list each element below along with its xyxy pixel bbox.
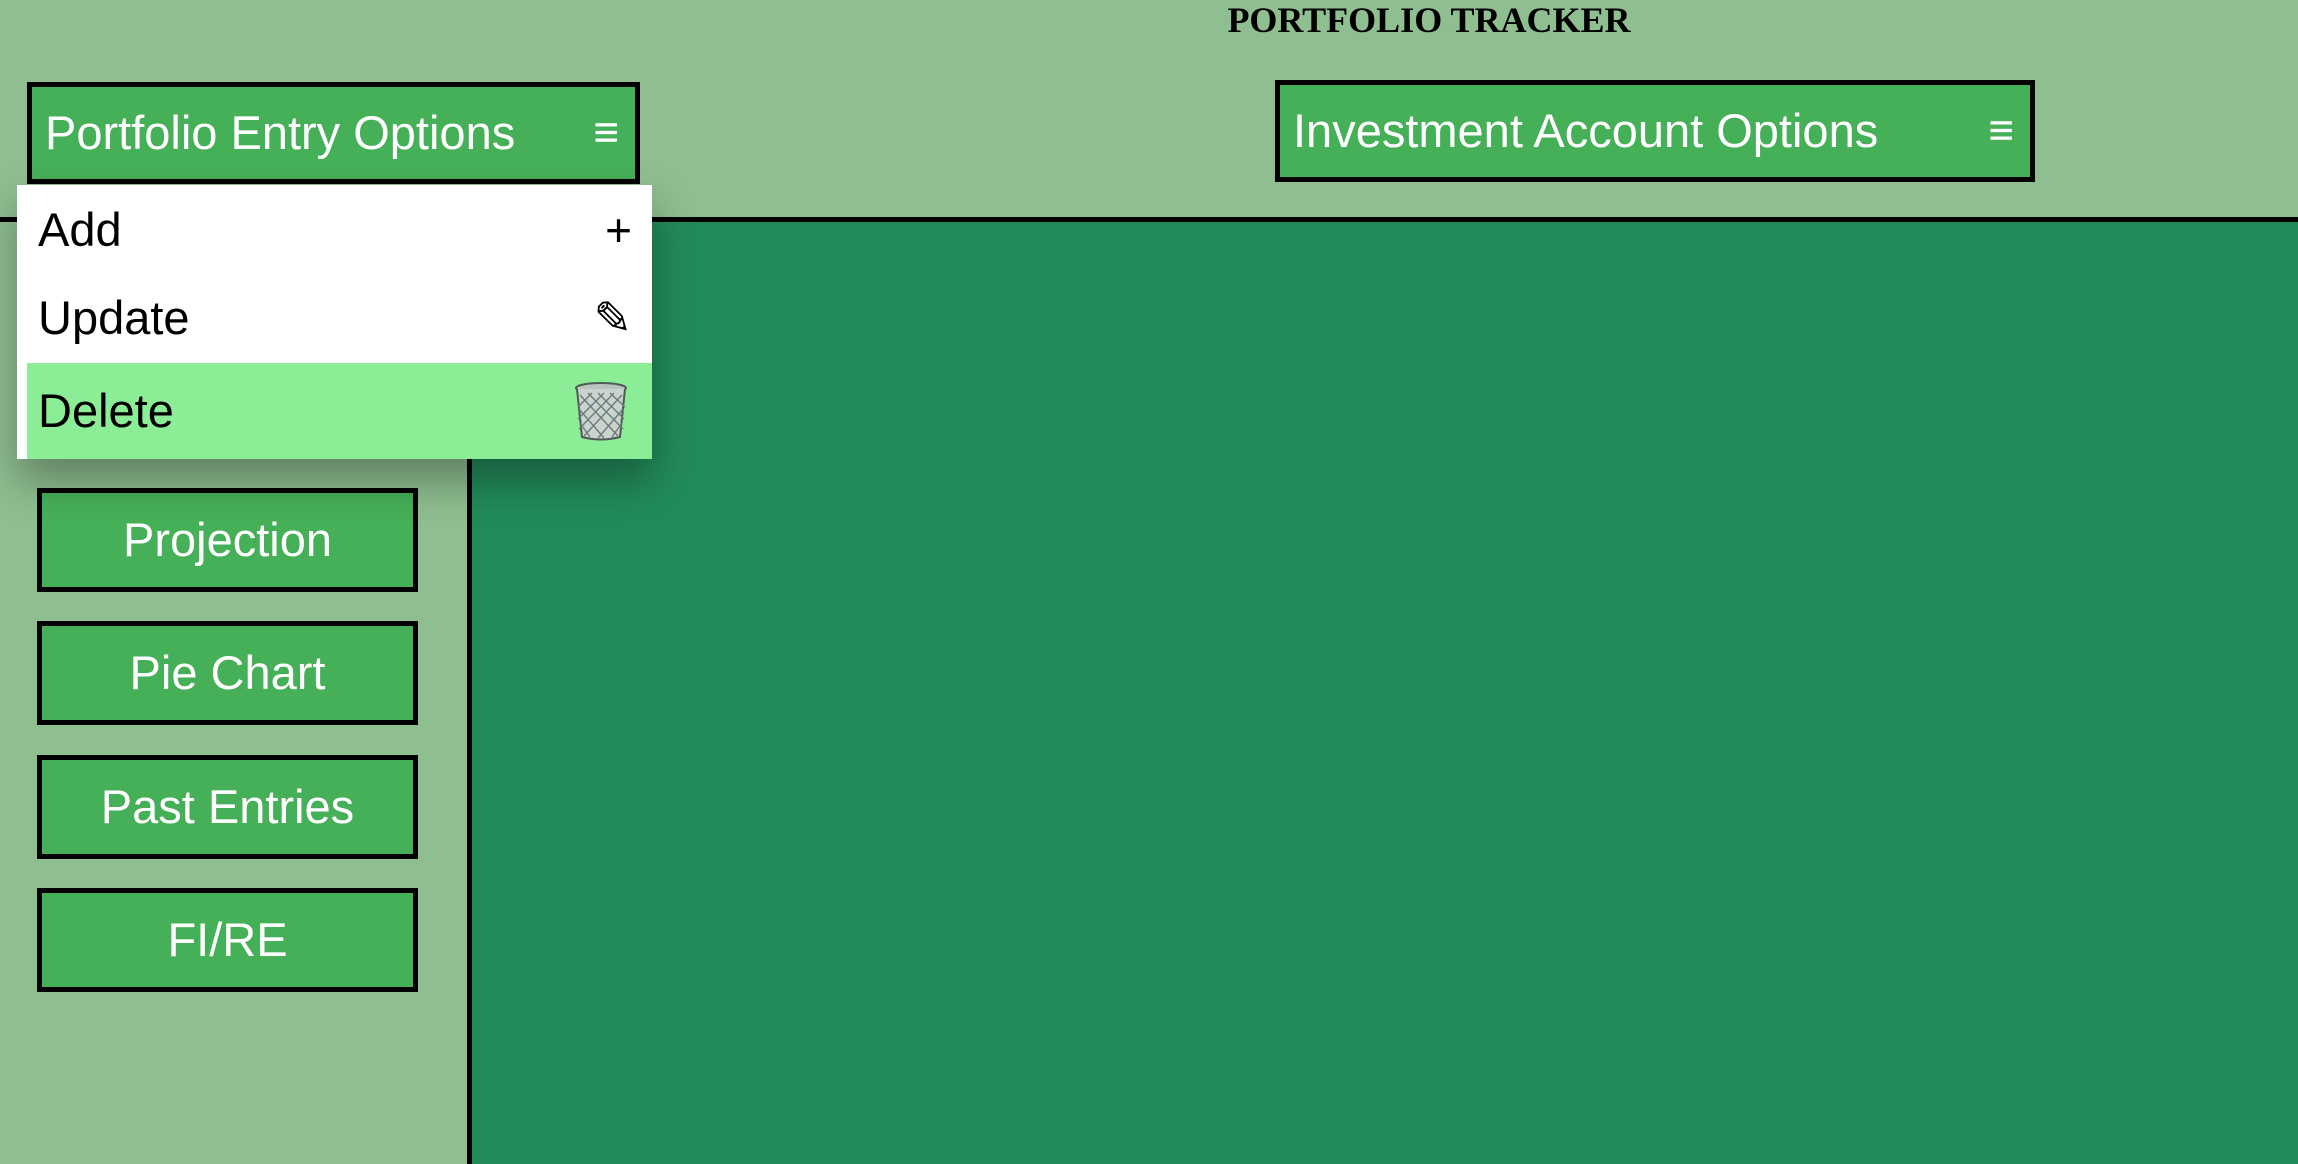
past-entries-button[interactable]: Past Entries [37, 755, 418, 859]
update-label: Update [38, 291, 190, 344]
hamburger-menu-icon: ≡ [1988, 106, 2014, 155]
dropdown-item-add[interactable]: Add + [27, 185, 652, 273]
projection-button[interactable]: Projection [37, 488, 418, 592]
dropdown-item-update[interactable]: Update ✎ [27, 273, 652, 363]
add-label: Add [38, 203, 122, 256]
plus-icon: + [605, 204, 632, 256]
investment-account-options-button[interactable]: Investment Account Options ≡ [1275, 80, 2035, 182]
main-content-panel [472, 222, 2298, 1164]
delete-label: Delete [38, 384, 174, 437]
hamburger-menu-icon: ≡ [593, 108, 619, 157]
dropdown-item-delete[interactable]: Delete [27, 363, 652, 459]
fire-button[interactable]: FI/RE [37, 888, 418, 992]
portfolio-entry-dropdown: Add + Update ✎ Delete [17, 185, 652, 459]
portfolio-entry-options-button[interactable]: Portfolio Entry Options ≡ [27, 82, 640, 184]
pie-chart-button[interactable]: Pie Chart [37, 621, 418, 725]
trash-icon [575, 382, 627, 441]
app-title: PORTFOLIO TRACKER [1227, 0, 1631, 40]
portfolio-entry-options-label: Portfolio Entry Options [45, 106, 516, 159]
pencil-icon: ✎ [593, 292, 632, 344]
investment-account-options-label: Investment Account Options [1293, 104, 1879, 157]
